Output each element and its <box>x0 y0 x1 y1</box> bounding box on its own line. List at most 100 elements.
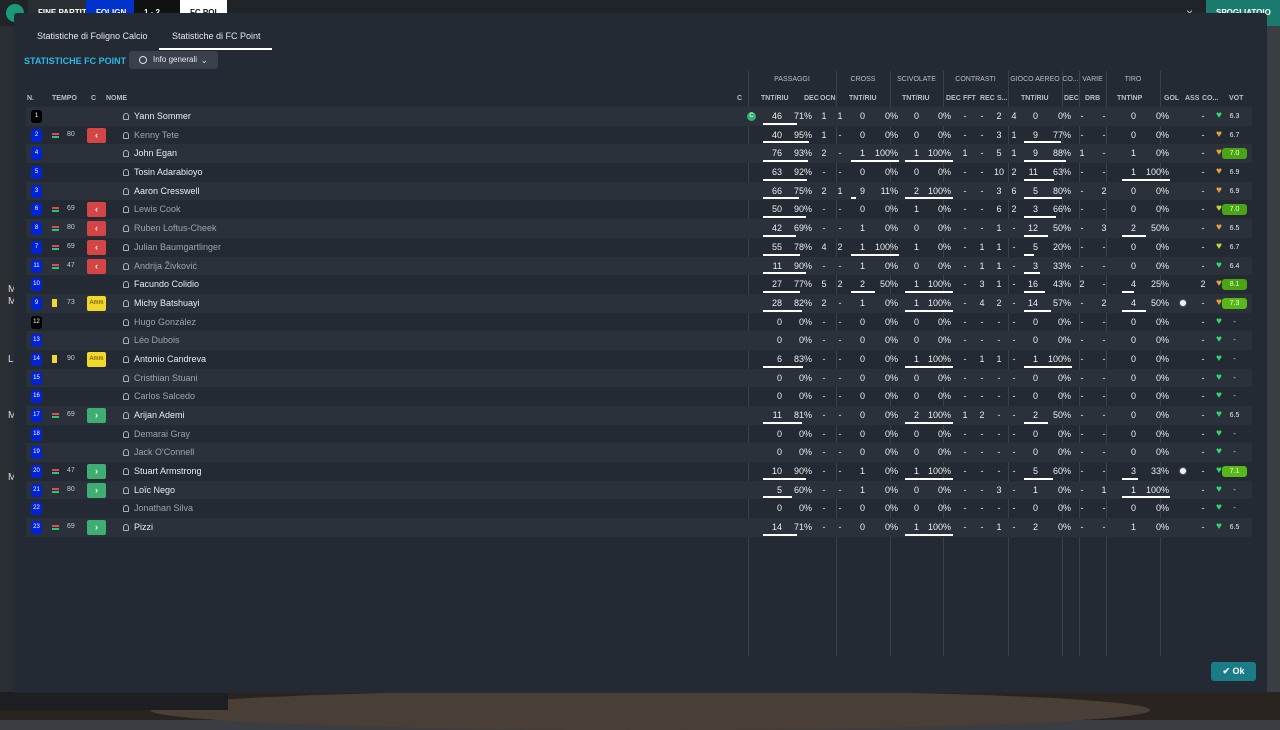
player-name[interactable]: Facundo Colidio <box>134 275 199 294</box>
player-name[interactable]: Yann Sommer <box>134 107 191 126</box>
player-name[interactable]: Jack O'Connell <box>134 443 194 462</box>
player-name[interactable]: Pizzi <box>134 518 153 537</box>
col-header-name[interactable]: NOME <box>106 95 127 102</box>
table-row[interactable]: 6 69 ‹ Lewis Cook 50 90% - -0 0% 1 0% - -6 2 3 66% - -0 0%… <box>26 200 1252 219</box>
col-header-vot[interactable]: VOT <box>1229 95 1243 102</box>
col-header-sciv-tnt[interactable]: TNT/RIU <box>902 95 930 102</box>
player-rating: 6.9 <box>1229 169 1240 177</box>
table-row[interactable]: 16 Carlos Salcedo 0 0% - -0 0% 0 0% - - - -0 0% - -0 0% -… <box>26 387 1252 406</box>
tab-foligno-stats[interactable]: Statistiche di Foligno Calcio <box>37 31 148 41</box>
player-profile-icon[interactable] <box>123 206 129 214</box>
col-header-co2[interactable]: CO... <box>1202 95 1218 102</box>
player-name[interactable]: Lewis Cook <box>134 200 181 219</box>
table-row[interactable]: 17 69 › Arijan Ademi 11 81% - -0 0% 2 100% 1 2- -2 50%… <box>26 406 1252 425</box>
col-header-aereo-tnt[interactable]: TNT/RIU <box>1021 95 1049 102</box>
table-row[interactable]: 10 Facundo Colidio 27 77% 5 2 2 50% 1 100% -3 1-16 4… <box>26 275 1252 294</box>
col-header-contr-s[interactable]: S... <box>997 95 1008 102</box>
player-profile-icon[interactable] <box>123 131 129 139</box>
table-row[interactable]: 21 80 › Loïc Nego 5 60% - -1 0% 0 0% - -3-1 0% -1 1 100%… <box>26 480 1252 500</box>
player-profile-icon[interactable] <box>123 281 129 289</box>
table-row[interactable]: 4 John Egan 76 93% 2-1 100% 1 100% 1-5 1 9 88% 1-1 0%… <box>26 144 1252 164</box>
player-name[interactable]: Hugo González <box>134 313 196 332</box>
player-name[interactable]: Jonathan Silva <box>134 499 193 518</box>
player-name[interactable]: Ruben Loftus-Cheek <box>134 219 217 238</box>
player-profile-icon[interactable] <box>123 318 129 326</box>
col-header-contr-dec[interactable]: DEC <box>946 95 961 102</box>
player-name[interactable]: Antonio Candreva <box>134 350 206 369</box>
player-profile-icon[interactable] <box>123 113 129 120</box>
player-profile-icon[interactable] <box>123 505 129 513</box>
player-name[interactable]: Léo Dubois <box>134 331 180 350</box>
col-header-contr-fft[interactable]: FFT <box>963 95 976 102</box>
player-profile-icon[interactable] <box>123 412 129 419</box>
table-row[interactable]: 5 Tosin Adarabioyo 63 92% - -0 0% 0 0% - -10 2 11 63%… <box>26 163 1252 182</box>
col-header-drb[interactable]: DRB <box>1085 95 1100 102</box>
table-row[interactable]: 9 73 Amm Michy Batshuayi 28 82% 2-1 0% 1 100% -4 2-… <box>26 293 1252 313</box>
player-profile-icon[interactable] <box>123 337 129 345</box>
player-profile-icon[interactable] <box>123 524 129 532</box>
col-header-role[interactable]: C <box>91 95 96 102</box>
player-name[interactable]: Tosin Adarabioyo <box>134 163 203 182</box>
table-row[interactable]: 13 Léo Dubois 0 0% - -0 0% 0 0% - - - -0 0% - -0 0% - ♥ - <box>26 331 1252 350</box>
player-profile-icon[interactable] <box>123 449 129 457</box>
player-name[interactable]: Stuart Armstrong <box>134 462 202 481</box>
table-row[interactable]: 15 Cristhian Stuani 0 0% - -0 0% 0 0% - - - -0 0% - -0 0… <box>26 368 1252 388</box>
player-name[interactable]: Michy Batshuayi <box>134 294 200 313</box>
table-row[interactable]: 20 47 › Stuart Armstrong 10 90% - -1 0% 1 100% - - - -… <box>26 462 1252 481</box>
table-row[interactable]: 14 90 Amm Antonio Candreva 6 83% - -0 0% 1 100% -1 1… <box>26 350 1252 369</box>
player-profile-icon[interactable] <box>123 430 129 438</box>
table-row[interactable]: 23 69 › Pizzi 14 71% - -0 0% 1 100% - -1-2 0% - -1 0% - ♥ 6… <box>26 518 1252 537</box>
col-header-tiro-tnt[interactable]: TNT\NP <box>1117 95 1142 102</box>
contrast-dec: - <box>963 241 967 252</box>
player-profile-icon[interactable] <box>123 393 129 401</box>
player-profile-icon[interactable] <box>123 187 129 195</box>
tab-fcpoint-stats[interactable]: Statistiche di FC Point <box>172 31 261 41</box>
player-profile-icon[interactable] <box>123 262 129 270</box>
col-header-cross-tnt[interactable]: TNT/RIU <box>849 95 877 102</box>
table-row[interactable]: 11 47 ‹ Andrija Živković 11 90% - -1 0% 0 0% -1 1-3 3… <box>26 256 1252 276</box>
table-row[interactable]: 8 80 ‹ Ruben Loftus-Cheek 42 69% - -1 0% 0 0% - -1-1… <box>26 219 1252 238</box>
player-name[interactable]: Arijan Ademi <box>134 406 185 425</box>
player-profile-icon[interactable] <box>123 374 129 382</box>
view-dropdown[interactable]: Info generali ⌄ <box>129 51 218 69</box>
player-profile-icon[interactable] <box>123 150 129 158</box>
table-row[interactable]: 3 Aaron Cresswell 66 75% 2 1 9 11% 2 100% - -3 6 5 80%… <box>26 181 1252 201</box>
col-header-pass-dec[interactable]: DEC <box>804 95 819 102</box>
dribbles: - <box>1102 167 1106 178</box>
player-name[interactable]: Demarai Gray <box>134 425 190 444</box>
player-name[interactable]: Andrija Živković <box>134 257 197 276</box>
col-header-gol[interactable]: GOL <box>1164 95 1179 102</box>
player-name[interactable]: Cristhian Stuani <box>134 369 198 388</box>
player-profile-icon[interactable] <box>123 169 129 177</box>
col-header-contr-rec[interactable]: REC <box>980 95 995 102</box>
table-row[interactable]: 12 Hugo González 0 0% - -0 0% 0 0% - - - -0 0% - -0 0% - ♥… <box>26 313 1252 332</box>
ok-button[interactable]: ✔ Ok <box>1211 662 1256 681</box>
sub-out-icon: ‹ <box>87 221 106 237</box>
table-row[interactable]: 2 80 ‹ Kenny Tete 40 95% 1-0 0% 0 0% - -3 1 9 77% - -0 0%… <box>26 126 1252 145</box>
player-name[interactable]: Kenny Tete <box>134 126 179 145</box>
col-header-captain[interactable]: C <box>737 95 742 102</box>
col-header-ass[interactable]: ASS <box>1185 95 1199 102</box>
player-name[interactable]: Julian Baumgartlinger <box>134 238 221 257</box>
player-profile-icon[interactable] <box>123 468 129 476</box>
table-row[interactable]: 7 69 ‹ Julian Baumgartlinger 55 78% 4 2 1 100% 1 0%… <box>26 238 1252 257</box>
player-profile-icon[interactable] <box>123 486 129 494</box>
contrast-rec: 3 <box>996 129 1002 140</box>
player-profile-icon[interactable] <box>123 225 129 233</box>
table-row[interactable]: 18 Demarai Gray 0 0% - -0 0% 0 0% - - - -0 0% - -0 0% - ♥ - <box>26 425 1252 444</box>
table-row[interactable]: 1 Yann Sommer C 46 71% 1 1 0 0% 0 0% - -2 4 0 0% - -0 0% - ♥… <box>26 107 1252 126</box>
player-profile-icon[interactable] <box>123 243 129 251</box>
player-profile-icon[interactable] <box>123 299 129 307</box>
player-name[interactable]: Loïc Nego <box>134 481 175 500</box>
player-name[interactable]: John Egan <box>134 144 177 163</box>
col-header-number[interactable]: N. <box>27 95 34 102</box>
player-name[interactable]: Aaron Cresswell <box>134 182 200 201</box>
col-header-tempo[interactable]: TEMPO <box>52 95 77 102</box>
col-header-pass-ocn[interactable]: OCN <box>820 95 836 102</box>
col-header-pass-tnt[interactable]: TNT/RIU <box>761 95 789 102</box>
col-header-co-dec[interactable]: DEC <box>1064 95 1079 102</box>
player-name[interactable]: Carlos Salcedo <box>134 387 195 406</box>
table-row[interactable]: 22 Jonathan Silva 0 0% - -0 0% 0 0% - - - -0 0% - -0 0% -… <box>26 499 1252 518</box>
table-row[interactable]: 19 Jack O'Connell 0 0% - -0 0% 0 0% - - - -0 0% - -0 0% -… <box>26 443 1252 463</box>
player-profile-icon[interactable] <box>123 355 129 363</box>
